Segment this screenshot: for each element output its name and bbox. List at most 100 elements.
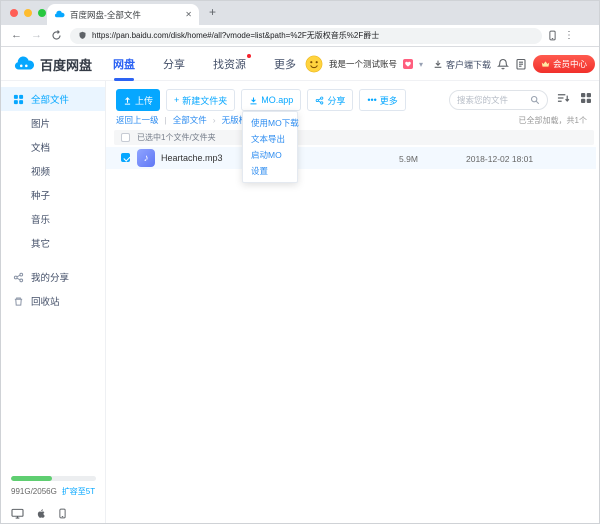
sidebar-item-videos[interactable]: 视频 xyxy=(1,159,105,183)
mobile-client-icon[interactable] xyxy=(59,508,66,519)
menu-item-launch-mo[interactable]: 启动MO xyxy=(243,147,297,163)
file-toolbar: 上传 + 新建文件夹 MO.app 分享 ••• 更多 xyxy=(116,89,406,111)
breadcrumb-chevron-icon: › xyxy=(213,115,216,125)
app-header: 百度网盘 网盘 分享 找资源 更多 我是一个测试账号 ▾ 客户端下载 xyxy=(1,47,600,81)
member-level-badge-icon xyxy=(403,59,413,69)
url-text: https://pan.baidu.com/disk/home#/all?vmo… xyxy=(92,30,379,41)
mo-app-label: MO.app xyxy=(261,95,293,105)
account-name[interactable]: 我是一个测试账号 xyxy=(329,58,397,70)
file-row[interactable]: ♪ Heartache.mp3 5.9M 2018-12-02 18:01 xyxy=(106,147,596,169)
row-checkbox[interactable] xyxy=(121,153,130,162)
install-app-icon[interactable] xyxy=(549,30,556,41)
browser-tab[interactable]: 百度网盘-全部文件 ✕ xyxy=(47,4,199,25)
sidebar-item-all-files[interactable]: 全部文件 xyxy=(1,87,105,111)
sidebar-item-documents[interactable]: 文档 xyxy=(1,135,105,159)
menu-item-download-with-mo[interactable]: 使用MO下载 xyxy=(243,115,297,131)
download-tray-icon xyxy=(249,96,258,105)
breadcrumb-back-link[interactable]: 返回上一级 xyxy=(116,114,159,126)
tab-close-icon[interactable]: ✕ xyxy=(185,10,192,19)
window-zoom-button[interactable] xyxy=(38,9,46,17)
sidebar: 全部文件 图片 文档 视频 种子 音乐 其它 我的分享 回收站 991G/205… xyxy=(1,81,106,524)
sidebar-item-music[interactable]: 音乐 xyxy=(1,207,105,231)
file-size: 5.9M xyxy=(399,154,418,164)
client-download-link[interactable]: 客户端下载 xyxy=(433,58,491,71)
logo-text: 百度网盘 xyxy=(40,55,92,74)
mo-app-dropdown-menu: 使用MO下载 文本导出 启动MO 设置 xyxy=(242,111,298,183)
new-folder-label: 新建文件夹 xyxy=(182,94,227,107)
sidebar-divider-gap xyxy=(1,255,105,265)
search-icon[interactable] xyxy=(530,95,540,105)
all-files-grid-icon xyxy=(13,94,24,105)
sidebar-item-my-shares[interactable]: 我的分享 xyxy=(1,265,105,289)
new-tab-button[interactable]: + xyxy=(209,5,216,19)
sidebar-item-label: 全部文件 xyxy=(31,92,69,106)
sidebar-item-images[interactable]: 图片 xyxy=(1,111,105,135)
breadcrumb-all-files-link[interactable]: 全部文件 xyxy=(173,114,207,126)
nav-tab-share[interactable]: 分享 xyxy=(163,47,185,81)
share-icon xyxy=(13,272,24,283)
more-button[interactable]: ••• 更多 xyxy=(359,89,405,111)
search-input[interactable] xyxy=(457,95,526,105)
sidebar-item-other[interactable]: 其它 xyxy=(1,231,105,255)
account-chevron-down-icon[interactable]: ▾ xyxy=(419,60,423,69)
client-platform-icons xyxy=(11,508,66,519)
bell-icon[interactable] xyxy=(497,58,509,70)
storage-widget: 991G/2056G 扩容至5T xyxy=(11,476,96,497)
trash-icon xyxy=(13,296,24,307)
address-bar[interactable]: https://pan.baidu.com/disk/home#/all?vmo… xyxy=(70,28,542,44)
share-label: 分享 xyxy=(327,94,345,107)
menu-item-text-export[interactable]: 文本导出 xyxy=(243,131,297,147)
file-search-box xyxy=(449,90,548,110)
client-download-label: 客户端下载 xyxy=(446,58,491,71)
sidebar-item-torrents[interactable]: 种子 xyxy=(1,183,105,207)
reload-icon[interactable] xyxy=(51,30,62,41)
sidebar-item-label: 我的分享 xyxy=(31,270,69,284)
desktop-client-icon[interactable] xyxy=(11,508,24,519)
primary-nav: 网盘 分享 找资源 更多 xyxy=(113,47,296,81)
site-security-shield-icon[interactable] xyxy=(78,31,87,40)
upload-label: 上传 xyxy=(135,94,153,107)
share-icon xyxy=(315,96,324,105)
account-area: 我是一个测试账号 ▾ 客户端下载 会员中心 xyxy=(305,47,595,81)
forward-icon[interactable]: → xyxy=(31,30,42,41)
browser-action-icons: ⋮ xyxy=(549,30,574,41)
apple-client-icon[interactable] xyxy=(36,508,47,519)
vip-center-button[interactable]: 会员中心 xyxy=(533,55,595,73)
back-icon[interactable]: ← xyxy=(11,30,22,41)
breadcrumb-divider: | xyxy=(165,115,167,125)
baidu-netdisk-logo[interactable]: 百度网盘 xyxy=(13,53,92,75)
mo-app-dropdown-button[interactable]: MO.app xyxy=(241,89,301,111)
notification-dot xyxy=(247,54,251,58)
file-modified-date: 2018-12-02 18:01 xyxy=(466,154,533,164)
grid-view-icon[interactable] xyxy=(580,92,592,104)
nav-tab-more[interactable]: 更多 xyxy=(274,47,296,81)
menu-item-settings[interactable]: 设置 xyxy=(243,163,297,179)
storage-bar-track xyxy=(11,476,96,481)
browser-window: 百度网盘-全部文件 ✕ + ← → https://pan.baidu.com/… xyxy=(0,0,600,524)
music-file-icon: ♪ xyxy=(137,149,155,167)
share-button[interactable]: 分享 xyxy=(307,89,353,111)
vip-center-label: 会员中心 xyxy=(553,58,587,70)
sidebar-item-recycle-bin[interactable]: 回收站 xyxy=(1,289,105,313)
nav-tab-find-resources-label: 找资源 xyxy=(213,56,246,72)
select-all-checkbox[interactable] xyxy=(121,133,130,142)
avatar[interactable] xyxy=(305,55,323,73)
browser-tab-strip: 百度网盘-全部文件 ✕ + xyxy=(1,1,600,25)
nav-tab-find-resources[interactable]: 找资源 xyxy=(213,47,246,81)
more-label: 更多 xyxy=(380,94,398,107)
storage-bar-fill xyxy=(11,476,52,481)
feedback-clipboard-icon[interactable] xyxy=(515,58,527,70)
window-minimize-button[interactable] xyxy=(24,9,32,17)
sort-list-icon[interactable] xyxy=(557,92,570,104)
load-status-text: 已全部加载，共1个 xyxy=(519,115,587,126)
nav-tab-netdisk[interactable]: 网盘 xyxy=(113,47,135,81)
storage-upgrade-link[interactable]: 扩容至5T xyxy=(62,486,95,497)
browser-menu-kebab-icon[interactable]: ⋮ xyxy=(564,31,574,41)
new-folder-button[interactable]: + 新建文件夹 xyxy=(166,89,235,111)
crown-icon xyxy=(541,60,550,68)
view-controls xyxy=(557,92,592,104)
file-name[interactable]: Heartache.mp3 xyxy=(161,153,223,163)
upload-button[interactable]: 上传 xyxy=(116,89,160,111)
storage-usage-text: 991G/2056G xyxy=(11,487,57,496)
window-close-button[interactable] xyxy=(10,9,18,17)
